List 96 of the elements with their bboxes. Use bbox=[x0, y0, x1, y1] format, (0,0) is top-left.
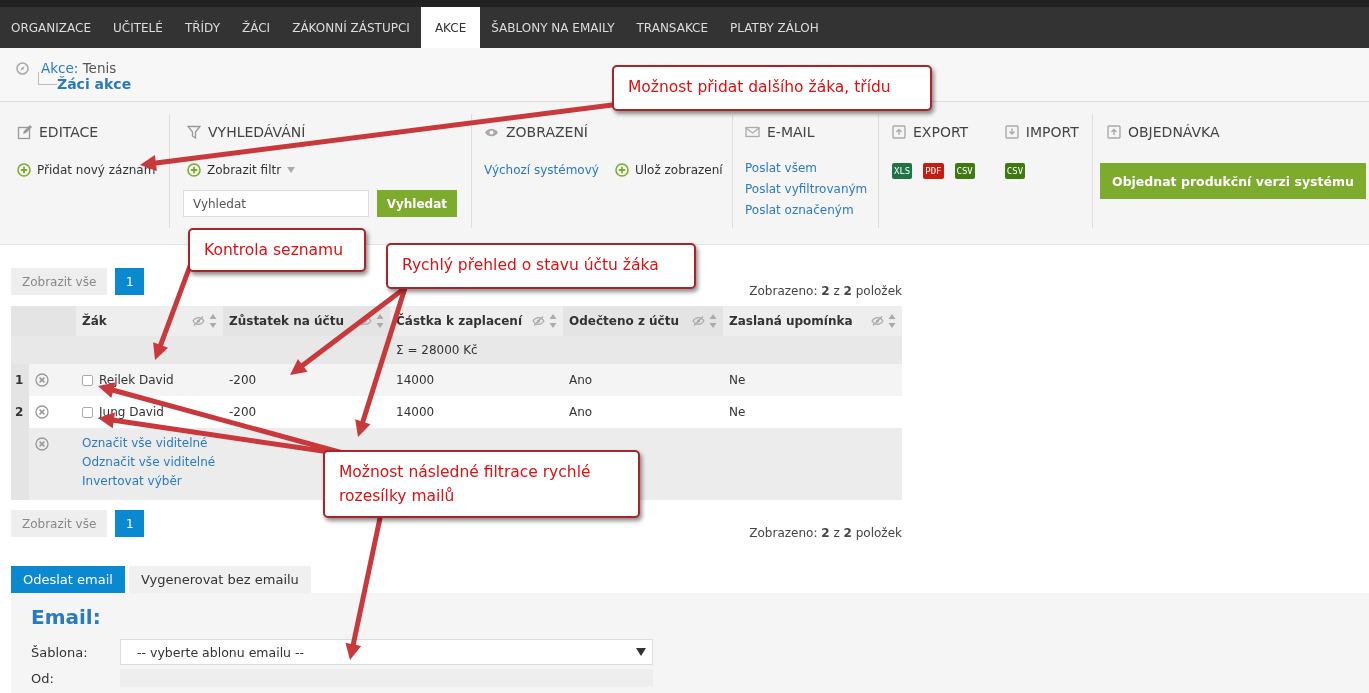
nav-tab[interactable]: ZÁKONNÍ ZÁSTUPCI bbox=[281, 7, 421, 48]
page-button[interactable]: 1 bbox=[115, 510, 145, 537]
table-cell: Ne bbox=[729, 373, 746, 387]
upload-icon bbox=[1107, 125, 1121, 139]
add-record-link[interactable]: Přidat nový záznam bbox=[37, 163, 156, 177]
hide-column-icon[interactable] bbox=[192, 316, 205, 326]
save-view-link[interactable]: Ulož zobrazení bbox=[634, 163, 723, 177]
tree-line bbox=[38, 72, 57, 85]
dropdown-arrow-icon bbox=[636, 648, 646, 656]
nav-tab[interactable]: TRANSAKCE bbox=[625, 7, 720, 48]
sort-icon[interactable] bbox=[209, 313, 217, 329]
sum-total: Σ = 28000 Kč bbox=[396, 343, 478, 357]
table-cell: -200 bbox=[229, 373, 257, 387]
table-cell: Ne bbox=[729, 405, 746, 419]
annotation-callout: Možnost přidat dalšího žáka, třídu bbox=[612, 65, 932, 111]
section-title: EXPORT bbox=[913, 124, 969, 140]
eye-icon bbox=[484, 126, 499, 138]
hide-column-icon[interactable] bbox=[359, 316, 372, 326]
section-title: OBJEDNÁVKA bbox=[1128, 124, 1220, 140]
search-field[interactable]: Vyhledat bbox=[183, 190, 369, 217]
table-cell: 14000 bbox=[396, 405, 435, 419]
send-email-link[interactable]: Poslat všem bbox=[745, 161, 864, 175]
template-dropdown[interactable]: -- vyberte ablonu emailu -- bbox=[120, 639, 653, 665]
page-button[interactable]: 1 bbox=[115, 268, 145, 295]
item-count: Zobrazeno: 2 z 2 položek bbox=[749, 284, 902, 298]
file-format-button[interactable]: PDF bbox=[923, 163, 944, 179]
hide-column-icon[interactable] bbox=[871, 316, 884, 326]
field-label: Od: bbox=[31, 670, 55, 686]
column-header: Odečteno z účtu bbox=[569, 314, 680, 328]
show-filter-link[interactable]: Zobrazit filtr bbox=[207, 163, 282, 177]
search-button[interactable]: Vyhledat bbox=[376, 190, 457, 217]
file-format-button[interactable]: CSV bbox=[954, 163, 975, 179]
remove-icon[interactable] bbox=[35, 405, 49, 420]
column-header: Zaslaná upomínka bbox=[729, 314, 854, 328]
add-icon[interactable] bbox=[614, 163, 629, 177]
column-header: Žák bbox=[82, 314, 108, 328]
envelope-icon bbox=[745, 126, 760, 138]
show-all-button[interactable]: Zobrazit vše bbox=[11, 510, 108, 537]
sort-icon[interactable] bbox=[888, 313, 896, 329]
field-label: Šablona: bbox=[31, 644, 89, 660]
section-title: EDITACE bbox=[39, 124, 99, 140]
add-icon[interactable] bbox=[17, 163, 31, 177]
section-title: E-MAIL bbox=[767, 124, 815, 140]
remove-icon[interactable] bbox=[35, 436, 49, 451]
sort-icon[interactable] bbox=[376, 313, 384, 329]
edit-icon bbox=[17, 124, 32, 140]
breadcrumb-current: Žáci akce bbox=[57, 76, 132, 92]
nav-tab[interactable]: UČITELÉ bbox=[102, 7, 174, 48]
row-number: 2 bbox=[15, 405, 24, 419]
caret-icon[interactable] bbox=[287, 167, 296, 173]
order-button[interactable]: Objednat produkční verzi systému bbox=[1100, 163, 1366, 199]
nav-tab[interactable]: PLATBY ZÁLOH bbox=[719, 7, 830, 48]
column-header: Zůstatek na účtu bbox=[229, 314, 345, 328]
selection-link[interactable]: Označit vše viditelné bbox=[82, 436, 896, 450]
compass-icon bbox=[16, 61, 29, 75]
table-cell: 14000 bbox=[396, 373, 435, 387]
annotation-callout: Rychlý přehled o stavu účtu žáka bbox=[386, 243, 696, 289]
column-header: Částka k zaplacení bbox=[396, 314, 524, 328]
table-cell: -200 bbox=[229, 405, 257, 419]
send-email-link[interactable]: Poslat označeným bbox=[745, 203, 864, 217]
table-cell: Ano bbox=[569, 405, 593, 419]
annotation-callout: Kontrola seznamu bbox=[188, 228, 366, 272]
hide-column-icon[interactable] bbox=[692, 316, 705, 326]
section-title: IMPORT bbox=[1025, 124, 1079, 140]
table-cell: Rejlek David bbox=[99, 373, 174, 387]
nav-tab[interactable]: TŘÍDY bbox=[173, 7, 231, 48]
sort-icon[interactable] bbox=[549, 313, 557, 329]
breadcrumb-value: Tenis bbox=[82, 60, 117, 76]
add-icon[interactable] bbox=[187, 163, 201, 177]
upload-icon bbox=[892, 125, 906, 139]
breadcrumb-link[interactable]: Akce: bbox=[41, 60, 79, 76]
section-title: ZOBRAZENÍ bbox=[506, 124, 588, 140]
nav-tab[interactable]: ŽÁCI bbox=[231, 7, 282, 48]
nav-tab[interactable]: ŠABLONY NA EMAILY bbox=[480, 7, 626, 48]
annotation-callout: Možnost následné filtrace rychlé rozesílky mailů bbox=[323, 450, 640, 518]
default-view-link[interactable]: Výchozí systémový bbox=[484, 163, 599, 177]
nav-tab[interactable]: AKCE bbox=[420, 7, 481, 48]
remove-icon[interactable] bbox=[35, 373, 49, 388]
row-checkbox[interactable] bbox=[82, 407, 93, 418]
sort-icon[interactable] bbox=[709, 313, 717, 329]
nav-tab[interactable]: ORGANIZACE bbox=[0, 7, 102, 48]
file-format-button[interactable]: CSV bbox=[1004, 163, 1026, 179]
email-heading: Email: bbox=[31, 605, 102, 629]
filter-icon bbox=[187, 125, 201, 139]
show-all-button[interactable]: Zobrazit vše bbox=[11, 268, 108, 295]
email-tab[interactable]: Odeslat email bbox=[11, 566, 125, 593]
table-cell: Jung David bbox=[99, 405, 164, 419]
table-cell: Ano bbox=[569, 373, 593, 387]
section-title: VYHLEDÁVÁNÍ bbox=[208, 124, 306, 140]
download-icon bbox=[1004, 125, 1019, 139]
hide-column-icon[interactable] bbox=[532, 316, 545, 326]
item-count: Zobrazeno: 2 z 2 položek bbox=[749, 526, 902, 540]
email-tab[interactable]: Vygenerovat bez emailu bbox=[128, 566, 311, 593]
file-format-button[interactable]: XLS bbox=[892, 163, 913, 179]
row-number: 1 bbox=[15, 373, 24, 387]
row-checkbox[interactable] bbox=[82, 375, 93, 386]
